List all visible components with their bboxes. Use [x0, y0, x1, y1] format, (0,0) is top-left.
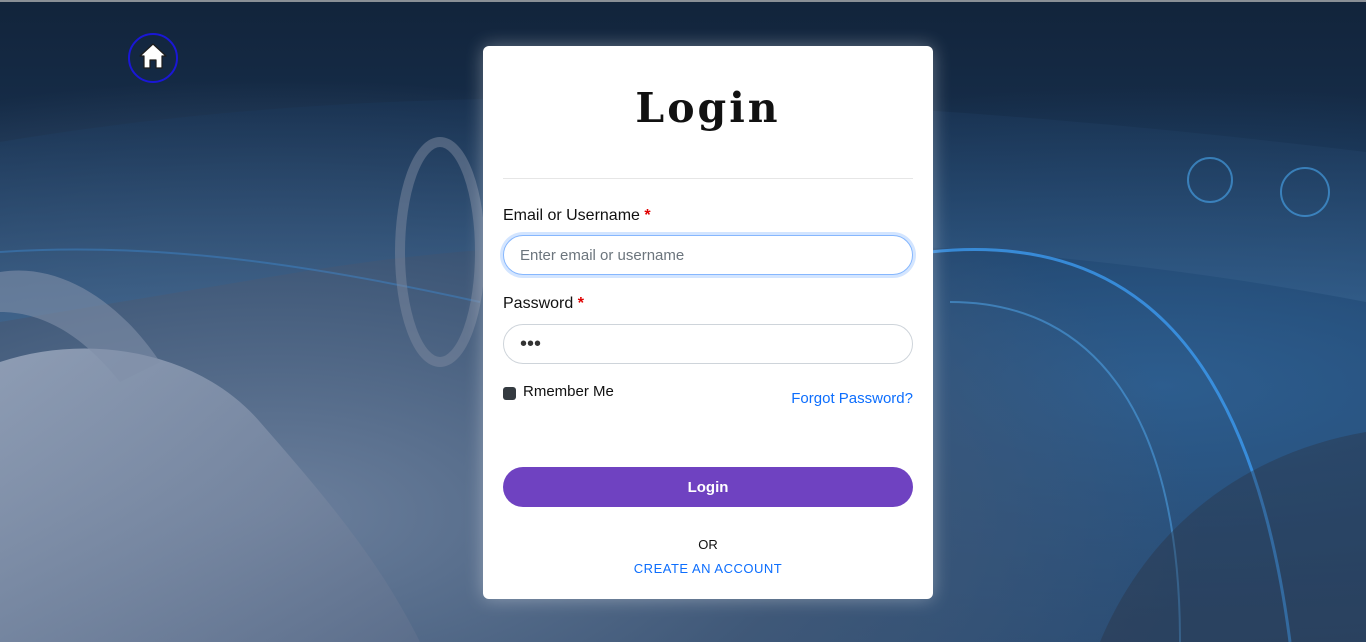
email-label: Email or Username * [503, 207, 651, 225]
page-title: Login [635, 84, 781, 132]
login-button[interactable]: Login [503, 467, 913, 507]
remember-me-checkbox[interactable]: Rmember Me [503, 383, 614, 400]
login-card: Login Email or Username * Password * Rme… [483, 46, 933, 599]
password-label: Password * [503, 295, 584, 313]
email-required-marker: * [644, 207, 651, 224]
forgot-password-link[interactable]: Forgot Password? [791, 390, 913, 407]
title-divider [503, 178, 913, 179]
password-label-text: Password [503, 295, 574, 312]
email-field[interactable] [503, 235, 913, 275]
or-separator: OR [698, 537, 718, 552]
remember-me-label: Rmember Me [523, 383, 614, 400]
checkbox-box[interactable] [503, 386, 516, 400]
email-label-text: Email or Username [503, 207, 640, 224]
create-account-link[interactable]: CREATE AN ACCOUNT [483, 561, 933, 576]
home-button[interactable] [128, 33, 178, 83]
home-icon [137, 40, 169, 77]
password-required-marker: * [577, 295, 584, 312]
password-field[interactable] [503, 324, 913, 364]
